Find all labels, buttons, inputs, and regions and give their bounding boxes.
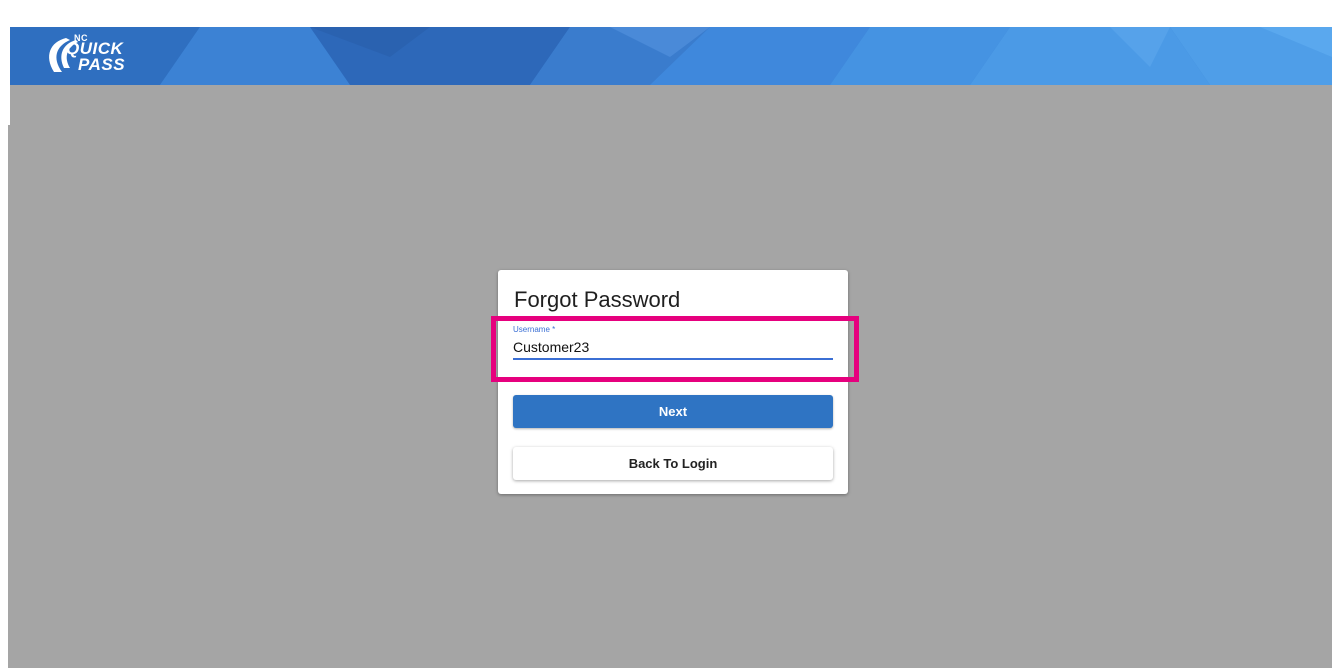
next-button[interactable]: Next [513, 395, 833, 428]
left-edge-divider [8, 125, 10, 668]
forgot-password-card: Forgot Password Username * Next Back To … [498, 270, 848, 494]
logo-pass-text: PASS [78, 55, 126, 74]
highlight-box [491, 316, 859, 382]
page-title: Forgot Password [514, 287, 681, 312]
header-banner: NC QUICK PASS [10, 27, 1332, 85]
back-to-login-button[interactable]: Back To Login [513, 447, 833, 480]
app-window: NC QUICK PASS Forgot Password Username *… [0, 0, 1332, 668]
nc-quick-pass-logo[interactable]: NC QUICK PASS [32, 32, 162, 80]
header-background [10, 27, 1332, 85]
